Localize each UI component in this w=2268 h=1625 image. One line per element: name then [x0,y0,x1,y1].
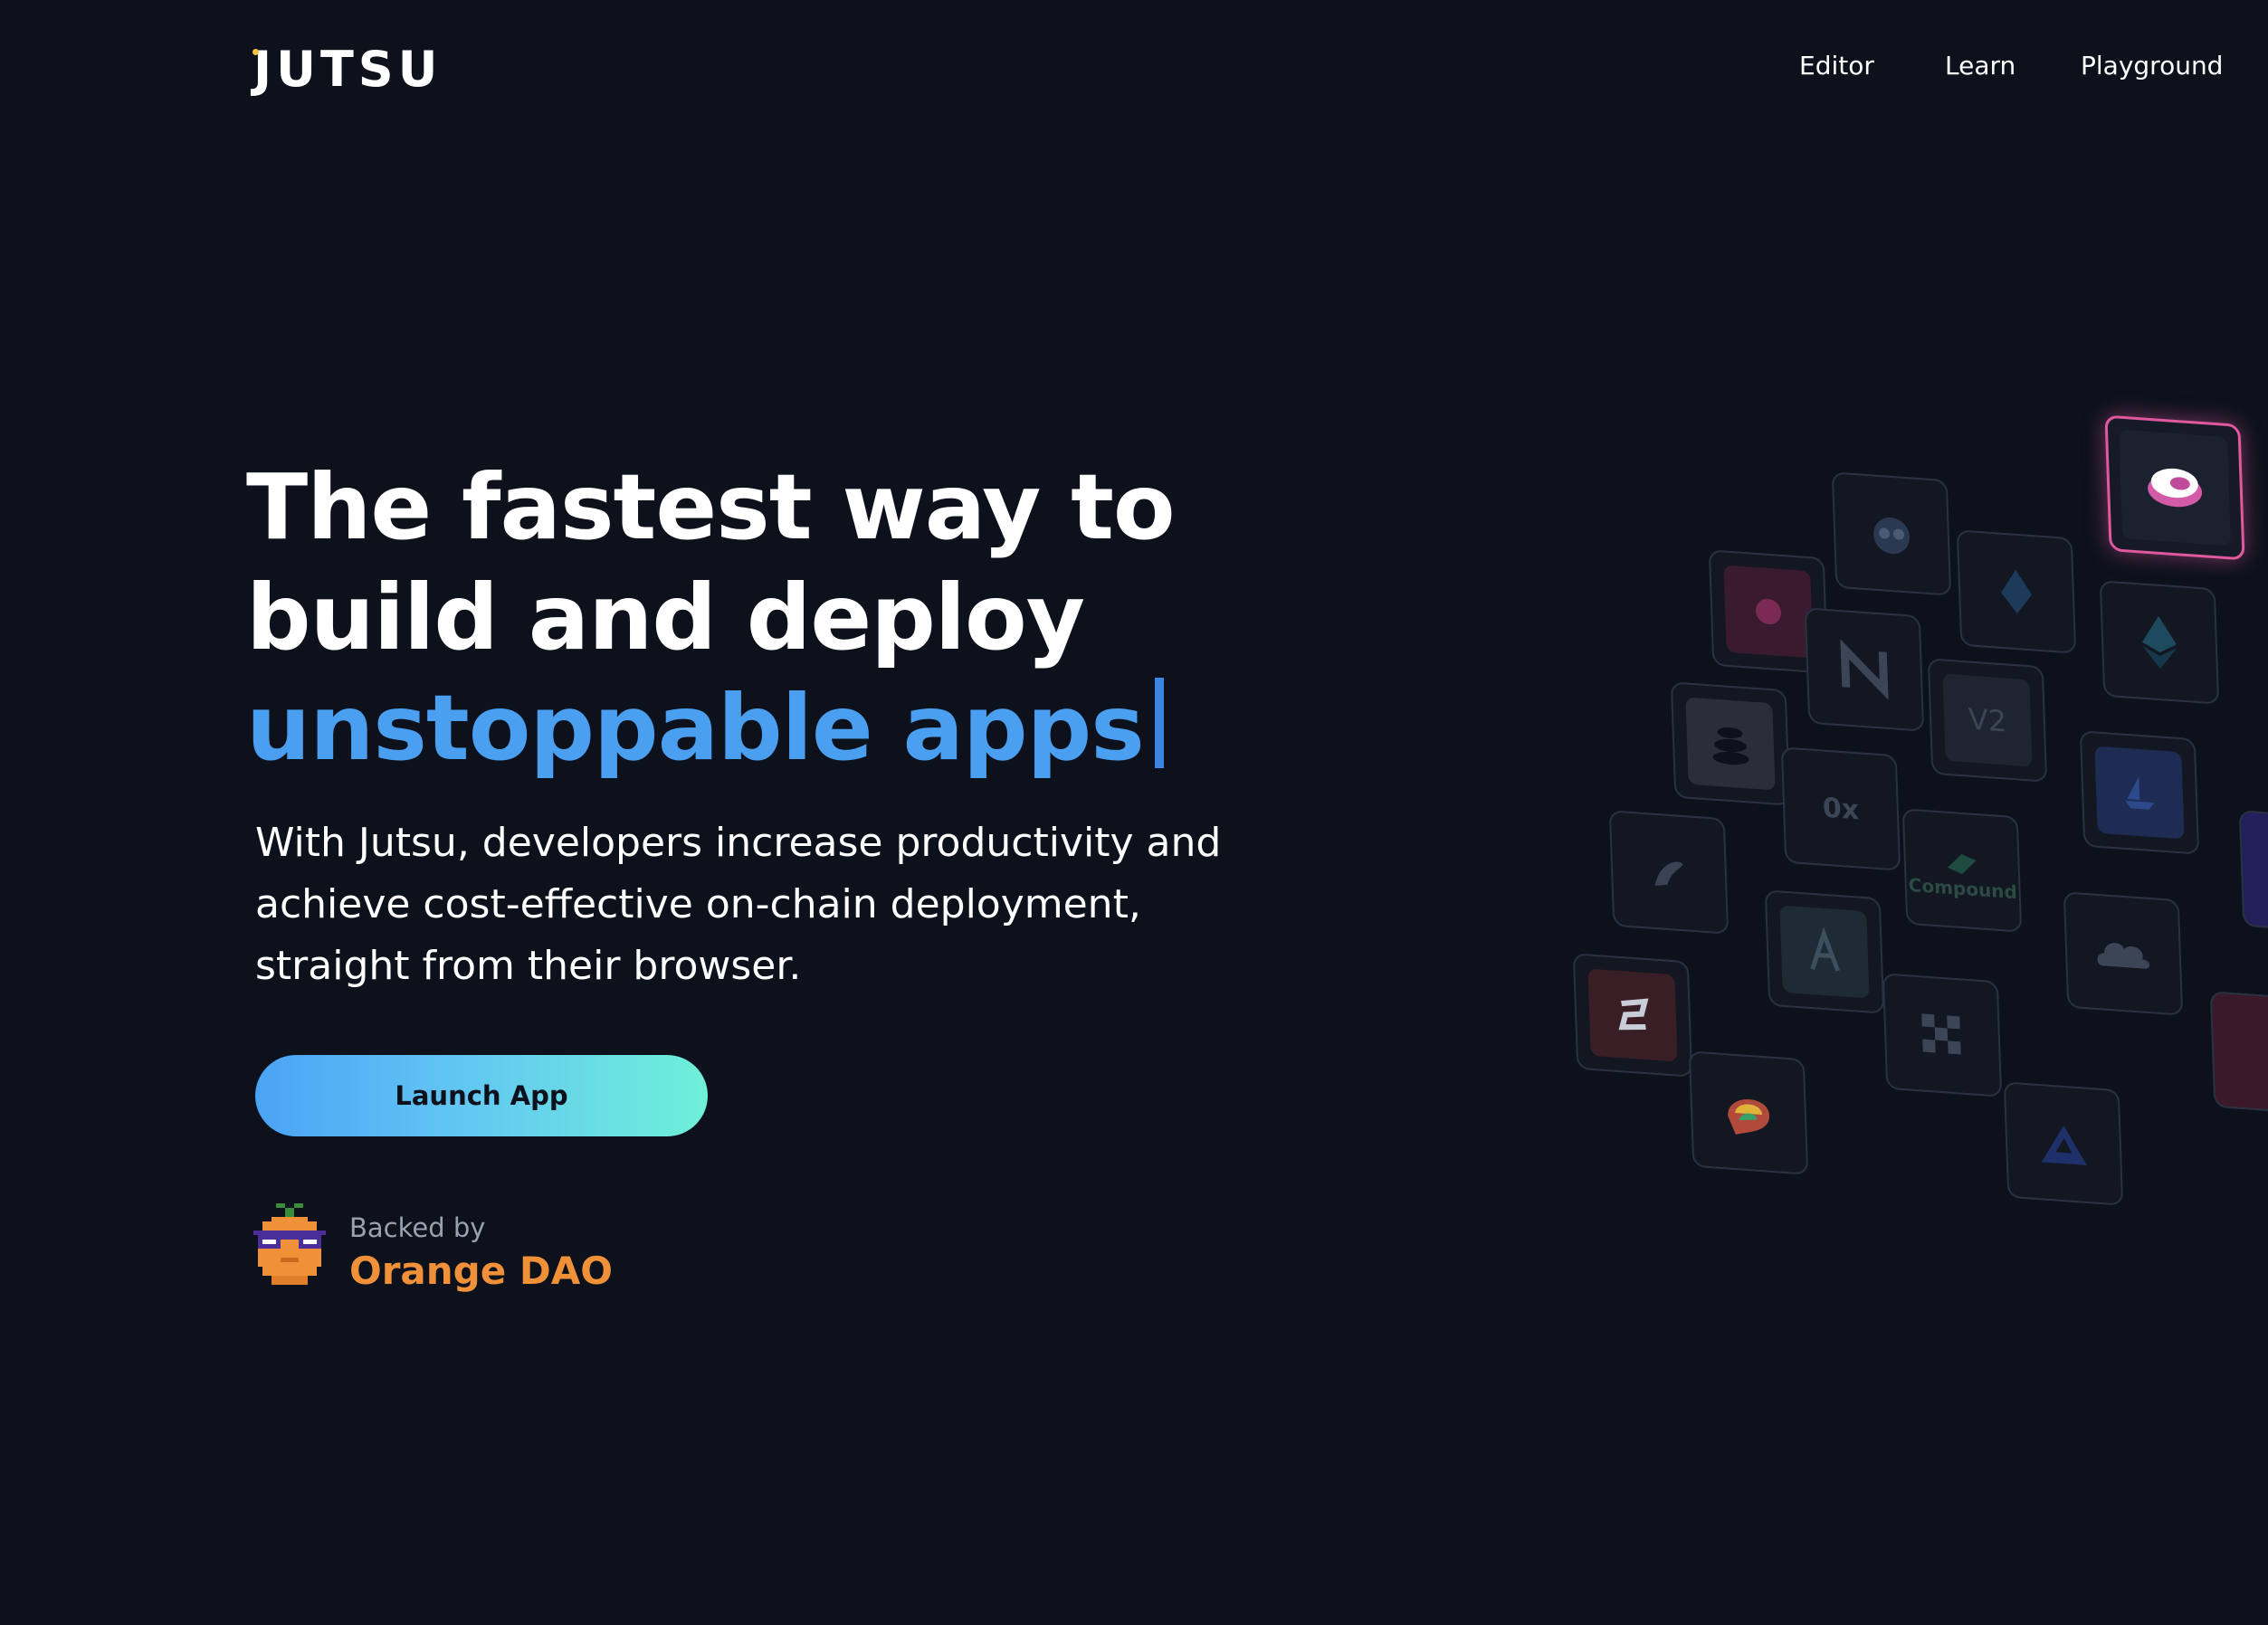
tile-aave-icon [1764,889,1885,1014]
typing-cursor [1154,678,1164,768]
subtitle-line-2: achieve cost-effective on-chain deployme… [255,881,1141,927]
launch-app-button[interactable]: Launch App [255,1055,708,1136]
tile-0x-label: 0x [1822,792,1860,826]
tile-sushi-icon [1572,953,1693,1078]
subtitle-line-1: With Jutsu, developers increase producti… [255,820,1222,866]
tile-jutsu-featured-icon [2104,414,2245,561]
tile-near-icon [1804,607,1925,732]
backed-by-label: Backed by [349,1212,486,1243]
top-nav: Editor Learn Playground [0,51,2268,87]
protocol-tiles-grid: 0x V2 Compound [1557,398,2268,1285]
tile-v2-icon: V2 [1927,658,2048,783]
tile-compound-icon: Compound [1901,808,2023,933]
hero-subtitle: With Jutsu, developers increase producti… [255,812,1323,997]
tile-dydx-icon [1882,973,2003,1098]
backed-by-section: Backed by Orange DAO [253,1203,796,1294]
tile-owl-icon [1831,471,1952,596]
tile-curve-icon [1688,1050,1809,1175]
tile-0x-icon: 0x [1780,746,1901,871]
hero-title-line-3: unstoppable apps [246,673,1332,784]
tile-1inch-icon [1608,810,1730,935]
hero-title-accent: unstoppable apps [246,675,1145,781]
tile-v2-label: V2 [1968,701,2007,739]
tile-lido-icon [1956,529,2077,654]
orange-dao-link[interactable]: Orange DAO [349,1249,613,1293]
tile-purple-partial-icon [2238,810,2268,935]
tile-opensea-icon [2079,730,2200,855]
tile-cloud-icon [2063,891,2184,1016]
tile-pink-partial-icon [2209,991,2268,1116]
nav-link-playground[interactable]: Playground [2081,51,2223,81]
nav-link-learn[interactable]: Learn [1945,51,2015,81]
hero-title-line-2: build and deploy [246,565,1085,670]
tile-compound-label: Compound [1908,873,2018,904]
tile-balancer-icon [1670,681,1791,806]
nav-link-editor[interactable]: Editor [1799,51,1874,81]
hero-title: The fastest way to build and deploy unst… [246,452,1332,784]
orange-dao-avatar-icon [253,1203,326,1285]
subtitle-line-3: straight from their browser. [255,943,802,989]
tile-ethereum-icon [2099,580,2220,705]
hero-title-line-1: The fastest way to [246,454,1176,560]
tile-gmx-icon [2003,1081,2124,1206]
